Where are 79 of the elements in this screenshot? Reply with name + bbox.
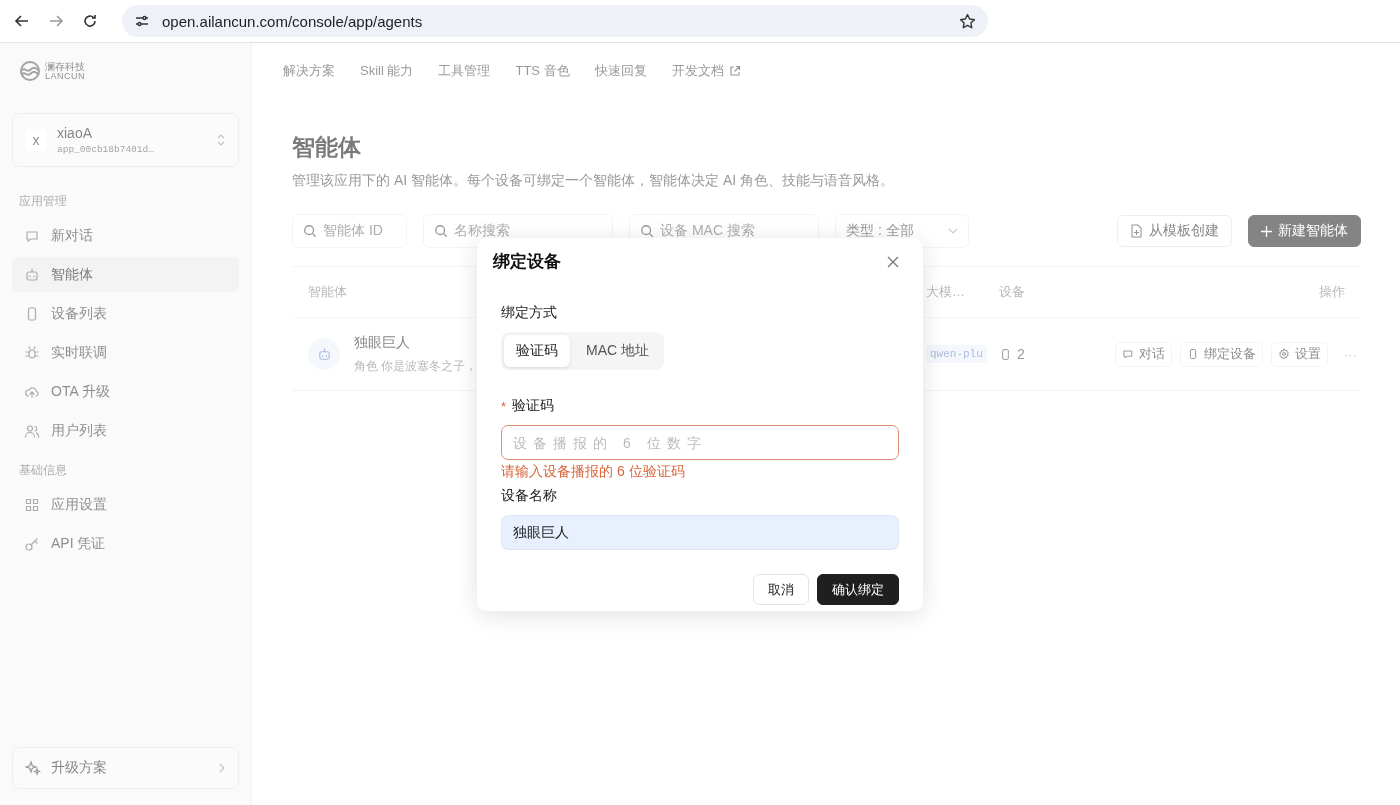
site-settings-icon[interactable] (134, 13, 150, 29)
app-avatar: x (25, 129, 47, 151)
sidebar-item[interactable]: API 凭证 (12, 526, 239, 561)
agent-description: 角色 你是波塞冬之子， (354, 357, 478, 375)
url-text: open.ailancun.com/console/app/agents (162, 12, 424, 30)
section-heading: 基础信息 (18, 462, 68, 479)
section-heading: 应用管理 (18, 193, 68, 210)
create-agent-button[interactable]: 新建智能体 (1248, 215, 1361, 247)
phone-icon (999, 347, 1012, 361)
sidebar-item[interactable]: 用户列表 (12, 413, 239, 448)
method-tab[interactable]: 验证码 (504, 335, 570, 367)
close-icon[interactable] (887, 255, 899, 268)
app-name: xiaoA (57, 125, 94, 141)
code-input-field[interactable]: 设备播报的 6 位数字 (501, 425, 899, 460)
field-label: 验证码 (512, 397, 555, 415)
model-tag: qwen-plu (926, 345, 987, 363)
chat-icon (1122, 348, 1134, 360)
app-id: app_00cb18b7401d… (57, 144, 155, 155)
row-action-button[interactable]: 对话 (1115, 341, 1172, 367)
nav-link[interactable]: 快速回复 (594, 62, 647, 80)
sidebar-item[interactable]: OTA 升级 (12, 374, 239, 409)
error-message: 请输入设备播报的 6 位验证码 (501, 463, 686, 481)
more-button[interactable]: ··· (1344, 346, 1357, 362)
agent-name: 独眼巨人 (354, 333, 411, 352)
back-icon[interactable] (14, 13, 30, 29)
logo-text: 澜存科技 (45, 61, 85, 72)
field-label: 绑定方式 (501, 304, 558, 322)
sidebar-item[interactable]: 智能体 (12, 257, 239, 292)
file-plus-icon (1130, 224, 1143, 238)
sidebar-item[interactable]: 实时联调 (12, 335, 239, 370)
page-description: 管理该应用下的 AI 智能体。每个设备可绑定一个智能体，智能体决定 AI 角色、技能与语音风格。 (292, 172, 895, 190)
nav-link[interactable]: 工具管理 (438, 62, 491, 80)
sidebar-item[interactable]: 应用设置 (12, 487, 239, 522)
template-button[interactable]: 从模板创建 (1117, 215, 1232, 247)
reload-icon[interactable] (82, 13, 98, 29)
sparkle-icon (25, 760, 41, 776)
robot-icon (316, 346, 332, 362)
search-icon (434, 224, 448, 238)
column-header: 操作 (1319, 283, 1346, 301)
search-field[interactable]: 智能体 ID (292, 214, 407, 248)
nav-link[interactable]: 开发文档 (671, 62, 741, 80)
column-header: 大模… (926, 283, 966, 301)
dialog-title: 绑定设备 (493, 251, 561, 273)
plus-icon (1261, 225, 1272, 237)
field-label: 设备名称 (501, 487, 558, 505)
chevron-right-icon (218, 763, 226, 773)
row-action-button[interactable]: 绑定设备 (1180, 341, 1263, 367)
device-count: 2 (1017, 346, 1025, 362)
search-icon (303, 224, 317, 238)
column-header: 设备 (999, 283, 1026, 301)
forward-icon[interactable] (48, 13, 64, 29)
nav-link[interactable]: TTS 音色 (515, 62, 570, 80)
grid-icon (24, 496, 40, 513)
app-switcher[interactable]: x xiaoA app_00cb18b7401d… (12, 113, 239, 167)
nav-link[interactable]: 解决方案 (283, 62, 335, 80)
address-bar[interactable]: open.ailancun.com/console/app/agents (122, 5, 988, 37)
chevron-up-down-icon (216, 133, 226, 147)
sidebar-item[interactable]: 设备列表 (12, 296, 239, 331)
nav-link[interactable]: Skill 能力 (360, 62, 414, 80)
logo-icon (19, 60, 41, 82)
upgrade-button[interactable]: 升级方案 (12, 747, 239, 789)
sidebar-item[interactable]: 新对话 (12, 218, 239, 253)
device-name-field[interactable]: 独眼巨人 (501, 515, 899, 550)
chevron-down-icon (948, 228, 958, 234)
row-action-button[interactable]: 设置 (1271, 341, 1328, 367)
search-icon (640, 224, 654, 238)
method-tab[interactable]: MAC 地址 (574, 335, 661, 367)
robot-icon (24, 266, 40, 283)
cancel-button[interactable]: 取消 (753, 574, 809, 605)
users-icon (24, 422, 40, 439)
bug-icon (24, 344, 40, 361)
page-title: 智能体 (292, 133, 362, 162)
required-mark: * (501, 398, 507, 414)
gear-icon (1278, 348, 1290, 360)
phone-icon (1187, 348, 1199, 360)
star-icon[interactable] (959, 12, 976, 30)
logo-subtext: LANCUN (45, 71, 85, 81)
column-header: 智能体 (308, 283, 348, 301)
confirm-button[interactable]: 确认绑定 (817, 574, 899, 605)
